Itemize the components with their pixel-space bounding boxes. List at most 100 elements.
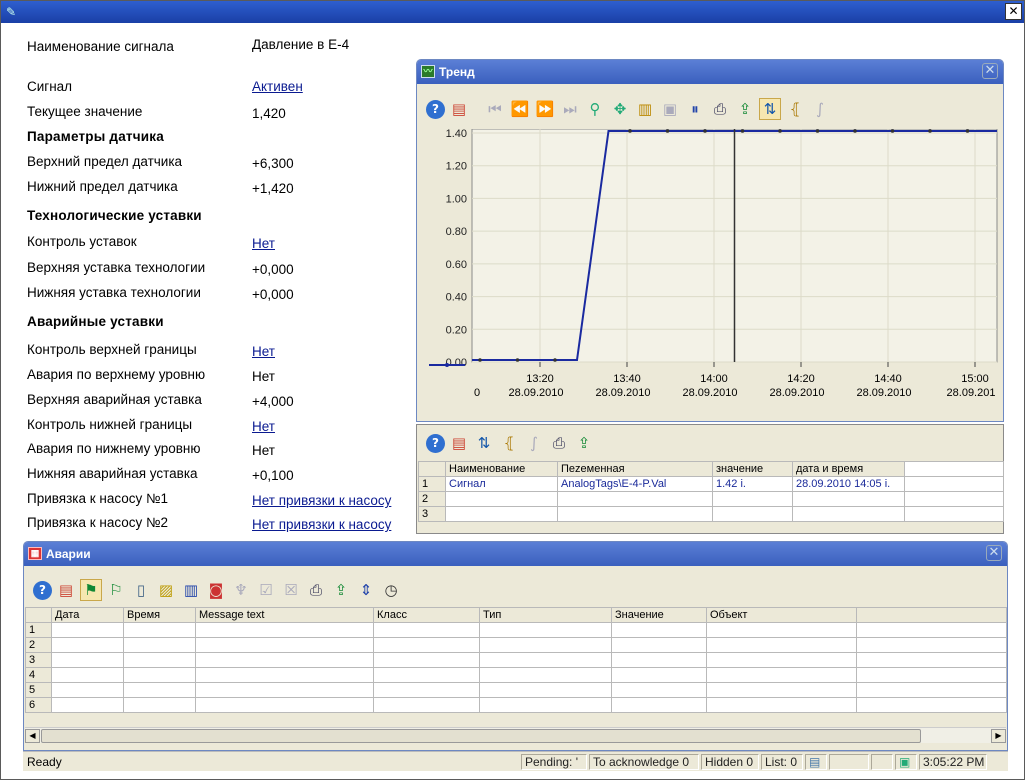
- column-header[interactable]: Message text: [195, 607, 374, 623]
- column-header[interactable]: Наименование: [445, 461, 558, 477]
- cell-datetime: [792, 491, 905, 507]
- help-icon[interactable]: ?: [426, 433, 445, 453]
- horizontal-scrollbar[interactable]: ◀ ▶: [25, 727, 1006, 743]
- rewind-icon[interactable]: ⏪: [509, 98, 531, 120]
- print-icon[interactable]: ⎙: [709, 98, 731, 120]
- series-point: [628, 129, 632, 133]
- corner-cell: [418, 461, 446, 477]
- column-header[interactable]: [904, 461, 1004, 477]
- title-bar: ✎ ✕: [1, 1, 1024, 23]
- pump2-link[interactable]: Нет привязки к насосу: [252, 517, 391, 533]
- ack-all-icon[interactable]: ☒: [280, 579, 302, 601]
- column-header[interactable]: Класс: [373, 607, 480, 623]
- signal-link[interactable]: Активен: [252, 79, 303, 95]
- forward-icon[interactable]: ⏩: [534, 98, 556, 120]
- ack-icon[interactable]: ☑: [255, 579, 277, 601]
- column-header[interactable]: Дата: [51, 607, 124, 623]
- properties-icon[interactable]: ▤: [55, 579, 77, 601]
- history-icon[interactable]: ⚐: [105, 579, 127, 601]
- tech-ctrl-link[interactable]: Нет: [252, 236, 275, 252]
- print-icon[interactable]: ⎙: [305, 579, 327, 601]
- export-icon[interactable]: ⇪: [573, 432, 595, 454]
- close-button[interactable]: ✕: [1005, 3, 1022, 20]
- range-icon[interactable]: ⦃: [498, 432, 520, 454]
- pump2-label: Привязка к насосу №2: [27, 515, 169, 530]
- export-icon[interactable]: ⇪: [734, 98, 756, 120]
- pan-icon[interactable]: ✥: [609, 98, 631, 120]
- row-number: 4: [25, 667, 52, 683]
- column-header[interactable]: Значение: [611, 607, 707, 623]
- properties-icon[interactable]: ▤: [448, 432, 470, 454]
- y-tick-label: 0.20: [446, 324, 467, 336]
- alarm-row[interactable]: 4: [25, 667, 1007, 683]
- alarm-list-icon[interactable]: ⚑: [80, 579, 102, 601]
- trend-chart[interactable]: 1.40 1.20 1.00 0.80 0.60 0.40 0.20 0.00 13:20 28.…: [417, 129, 1003, 422]
- column-header[interactable]: дата и время: [792, 461, 905, 477]
- ctrl-lower-link[interactable]: Нет: [252, 419, 275, 435]
- column-header[interactable]: значение: [712, 461, 793, 477]
- print-icon[interactable]: ⎙: [548, 432, 570, 454]
- list-view-icon[interactable]: ▤: [805, 754, 827, 770]
- scroll-thumb[interactable]: [41, 729, 921, 743]
- scroll-right-icon[interactable]: ▶: [991, 729, 1006, 743]
- trend-close-button[interactable]: ✕: [982, 63, 998, 79]
- alarm-row[interactable]: 3: [25, 652, 1007, 668]
- column-header[interactable]: Пеzеменная: [557, 461, 713, 477]
- lock-icon[interactable]: ▨: [155, 579, 177, 601]
- alarm-lower-set-value: +0,100: [252, 468, 294, 483]
- table-row[interactable]: 2: [418, 491, 1004, 507]
- hide-icon[interactable]: ◙: [205, 579, 227, 601]
- sort-icon[interactable]: ⇕: [355, 579, 377, 601]
- alarm-toolbar: ? ▤ ⚑ ⚐ ▯ ▨ ▥ ◙ ♆ ☑ ☒ ⎙ ⇪ ⇕ ◷: [25, 575, 1007, 605]
- export-icon[interactable]: ⇪: [330, 579, 352, 601]
- column-header[interactable]: Объект: [706, 607, 857, 623]
- select-icon[interactable]: ⇅: [759, 98, 781, 120]
- app-icon: ✎: [6, 5, 17, 19]
- table-row[interactable]: 3: [418, 506, 1004, 522]
- y-tick-label: 1.40: [446, 129, 467, 140]
- archive-icon[interactable]: ▯: [130, 579, 152, 601]
- scroll-left-icon[interactable]: ◀: [25, 729, 40, 743]
- alarm-row[interactable]: 6: [25, 697, 1007, 713]
- alarm-close-button[interactable]: ✕: [986, 545, 1002, 561]
- tech-ctrl-label: Контроль уставок: [27, 234, 137, 249]
- filter-icon[interactable]: ♆: [230, 579, 252, 601]
- x-tick-time: 13:40: [613, 373, 641, 385]
- ctrl-upper-link[interactable]: Нет: [252, 344, 275, 360]
- properties-icon[interactable]: ▤: [448, 98, 470, 120]
- ruler-icon[interactable]: ▥: [634, 98, 656, 120]
- column-header[interactable]: Тип: [479, 607, 612, 623]
- alarm-row[interactable]: 2: [25, 637, 1007, 653]
- time-icon[interactable]: ◷: [380, 579, 402, 601]
- stats-icon[interactable]: ▣: [659, 98, 681, 120]
- first-icon[interactable]: ⏮: [484, 98, 506, 120]
- zoom-icon[interactable]: ⚲: [584, 98, 606, 120]
- table-toolbar: ? ▤ ⇅ ⦃ ∫ ⎙ ⇪: [418, 428, 1002, 458]
- pump1-link[interactable]: Нет привязки к насосу: [252, 493, 391, 509]
- last-icon[interactable]: ⏭: [559, 98, 581, 120]
- y-tick-label: 0.60: [446, 259, 467, 271]
- sensor-high-label: Верхний предел датчика: [27, 154, 183, 169]
- trend-table-window: ? ▤ ⇅ ⦃ ∫ ⎙ ⇪ Наименование Пеzеменная зн…: [416, 424, 1004, 534]
- row-number: 3: [418, 506, 446, 522]
- series-point: [515, 358, 520, 362]
- help-icon[interactable]: ?: [33, 580, 52, 600]
- ctrl-upper-label: Контроль верхней границы: [27, 342, 197, 357]
- select-icon[interactable]: ⇅: [473, 432, 495, 454]
- function-icon[interactable]: ∫: [523, 432, 545, 454]
- column-header[interactable]: [856, 607, 1007, 623]
- series-point: [928, 129, 932, 133]
- alarm-row[interactable]: 5: [25, 682, 1007, 698]
- cell-value: 1.42 i.: [712, 476, 793, 492]
- statistics-icon[interactable]: ▥: [180, 579, 202, 601]
- function-icon[interactable]: ∫: [809, 98, 831, 120]
- cell-variable: [557, 491, 713, 507]
- column-header[interactable]: Время: [123, 607, 196, 623]
- alarm-title-bar: ▦ Аварии ✕: [24, 542, 1007, 566]
- help-icon[interactable]: ?: [426, 99, 445, 119]
- range-icon[interactable]: ⦃: [784, 98, 806, 120]
- pause-icon[interactable]: ⏸: [684, 98, 706, 120]
- alarm-row[interactable]: 1: [25, 622, 1007, 638]
- series-point: [853, 129, 857, 133]
- table-row[interactable]: 1 Сигнал AnalogTags\E-4-P.Val 1.42 i. 28…: [418, 476, 1004, 492]
